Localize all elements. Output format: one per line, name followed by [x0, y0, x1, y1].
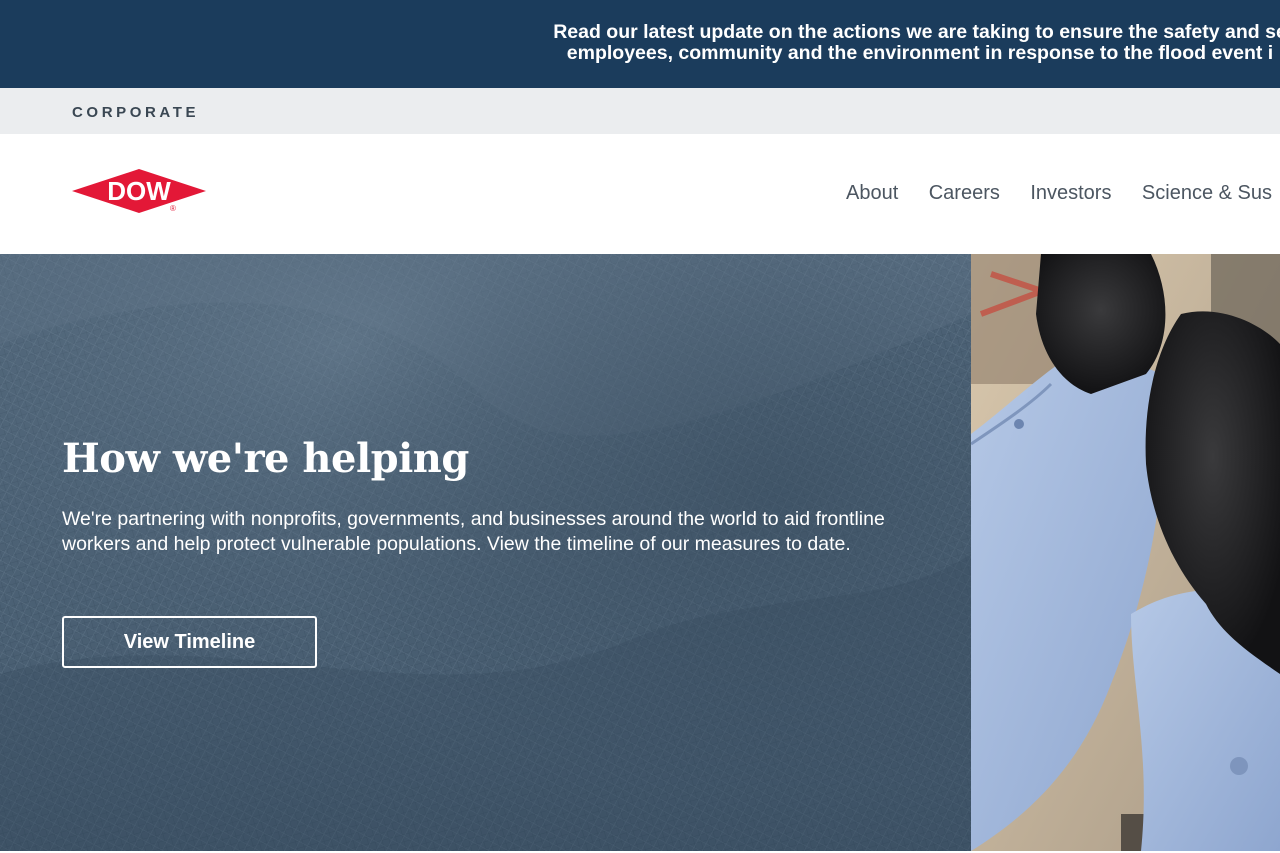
- hero-title: How we're helping: [62, 435, 469, 482]
- nav-item-science-sustainability[interactable]: Science & Sus: [1142, 182, 1272, 205]
- view-timeline-button[interactable]: View Timeline: [62, 616, 317, 668]
- alert-message[interactable]: Read our latest update on the actions we…: [420, 22, 1280, 64]
- section-bar: CORPORATE: [0, 88, 1280, 134]
- section-label[interactable]: CORPORATE: [72, 104, 199, 121]
- dow-logo[interactable]: DOW ®: [72, 169, 206, 215]
- hero-description: We're partnering with nonprofits, govern…: [62, 508, 885, 555]
- nav-item-careers[interactable]: Careers: [929, 182, 1000, 205]
- logo-text: DOW: [107, 176, 171, 206]
- hero-section: How we're helping We're partnering with …: [0, 254, 971, 851]
- frontline-worker-photo: [971, 254, 1280, 851]
- nav-item-investors[interactable]: Investors: [1030, 182, 1111, 205]
- alert-line-1: Read our latest update on the actions we…: [553, 21, 1280, 43]
- nav-item-about[interactable]: About: [846, 182, 898, 205]
- logo-registered: ®: [170, 204, 176, 213]
- main-nav: About Careers Investors Science & Sus: [846, 182, 1280, 205]
- worker-photo-illustration: [971, 254, 1280, 851]
- alert-banner[interactable]: Read our latest update on the actions we…: [0, 0, 1280, 88]
- alert-line-2: employees, community and the environment…: [566, 42, 1274, 64]
- site-header: DOW ® About Careers Investors Science & …: [0, 134, 1280, 254]
